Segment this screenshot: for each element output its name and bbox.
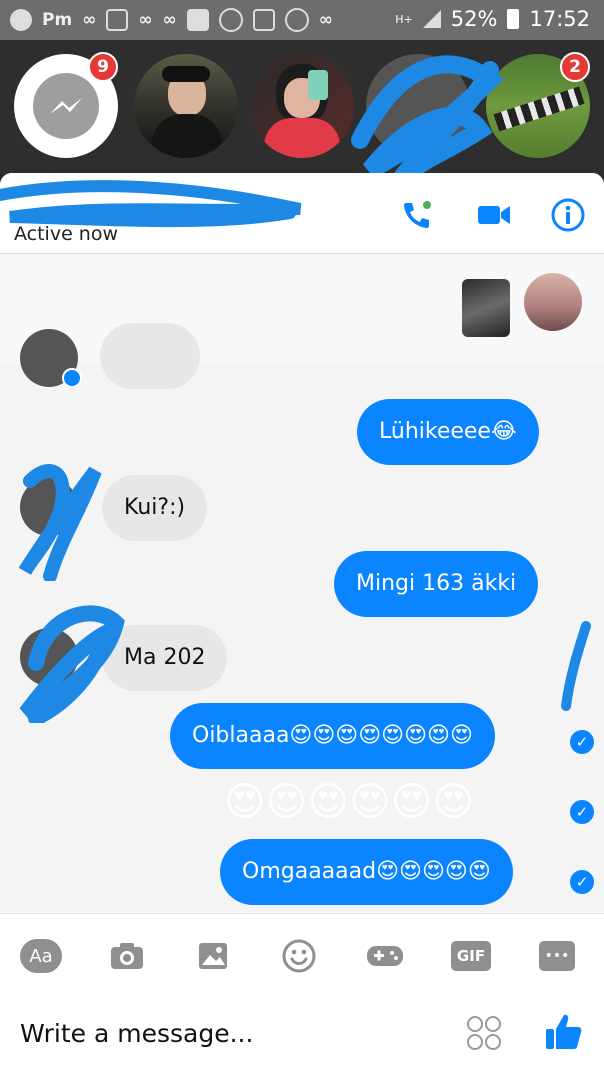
facebook-icon	[186, 9, 209, 31]
network-type: H+	[395, 12, 413, 26]
shared-media-strip	[0, 255, 604, 366]
aa-icon: Aa	[20, 939, 62, 973]
sync-icon	[218, 8, 243, 32]
more-button[interactable]: •••	[536, 936, 578, 976]
signal-icon	[422, 10, 441, 28]
image-icon	[199, 943, 227, 969]
sticker-button[interactable]	[278, 936, 320, 976]
contact-avatar	[20, 628, 78, 686]
infinity-icon: ∞	[82, 10, 97, 30]
chat-head-contact[interactable]	[134, 54, 238, 158]
info-icon	[551, 198, 585, 232]
composer-toolbar: Aa GIF •••	[0, 913, 604, 996]
participant-avatar[interactable]	[524, 273, 582, 331]
shared-media-thumbnail[interactable]	[462, 279, 510, 337]
message-bubble[interactable]: Omgaaaaad😍😍😍😍😍	[220, 839, 513, 905]
conversation-info-button[interactable]	[548, 195, 588, 235]
composer: Write a message...	[0, 995, 604, 1074]
thumbs-up-icon	[546, 1014, 582, 1049]
text-format-button[interactable]: Aa	[20, 936, 62, 976]
infinity-icon: ∞	[138, 10, 153, 30]
messenger-badge-icon	[62, 368, 82, 388]
emoji-icon	[467, 1016, 501, 1050]
message-bubble[interactable]: Oiblaaaa😍😍😍😍😍😍😍😍	[170, 703, 495, 769]
audio-icon	[284, 8, 309, 32]
clock: 17:52	[529, 7, 590, 31]
gallery-button[interactable]	[192, 936, 234, 976]
gamepad-icon	[367, 946, 403, 966]
video-camera-icon	[478, 206, 510, 224]
gif-button[interactable]: GIF	[450, 936, 492, 976]
redaction-scribble	[561, 621, 591, 711]
message-bubble[interactable]: Mingi 163 äkki	[334, 551, 539, 617]
voice-call-button[interactable]	[396, 195, 436, 235]
smiley-icon	[282, 939, 316, 973]
status-left-text: Pm	[42, 10, 73, 30]
unread-badge: 9	[88, 52, 118, 82]
infinity-icon: ∞	[318, 10, 333, 30]
conversation-panel: Active now Lühikeeee�	[0, 173, 604, 1074]
status-bar: Pm ∞ ∞ ∞ ∞ H+ 52% 17:52	[0, 0, 604, 40]
like-button[interactable]	[542, 1011, 584, 1053]
games-button[interactable]	[364, 936, 406, 976]
image-icon	[106, 9, 129, 31]
message-list: Lühikeeee😂 Kui?:) Mingi 163 äkki Ma 202 …	[0, 323, 604, 913]
phone-icon	[404, 201, 431, 228]
gif-icon: GIF	[451, 941, 491, 971]
chat-head-contact[interactable]	[366, 54, 470, 158]
message-input[interactable]: Write a message...	[20, 1019, 253, 1048]
infinity-icon: ∞	[162, 10, 177, 30]
read-receipt-icon: ✓	[570, 800, 594, 824]
battery-percent: 52%	[450, 7, 498, 31]
message-bubble	[100, 323, 200, 389]
message-bubble[interactable]: Lühikeeee😂	[357, 399, 539, 465]
video-call-button[interactable]	[474, 195, 514, 235]
active-status: Active now	[14, 223, 119, 245]
message-bubble[interactable]: 😍😍😍😍😍😍	[214, 769, 484, 835]
notification-icon	[10, 9, 32, 31]
chat-heads-bar: 9 2	[0, 40, 604, 187]
camera-button[interactable]	[106, 936, 148, 976]
unread-badge: 2	[560, 52, 590, 82]
read-receipt-icon: ✓	[570, 730, 594, 754]
message-bubble[interactable]: Kui?:)	[102, 475, 208, 541]
chat-head-contact[interactable]	[250, 54, 354, 158]
contact-avatar	[20, 478, 78, 536]
conversation-header: Active now	[0, 173, 604, 254]
more-icon: •••	[539, 941, 575, 971]
read-receipt-icon: ✓	[570, 870, 594, 894]
camera-icon	[111, 943, 143, 969]
recycle-icon	[252, 9, 275, 31]
message-bubble[interactable]: Ma 202	[102, 625, 228, 691]
battery-icon	[507, 9, 520, 29]
emoji-picker-button[interactable]	[466, 1015, 502, 1051]
